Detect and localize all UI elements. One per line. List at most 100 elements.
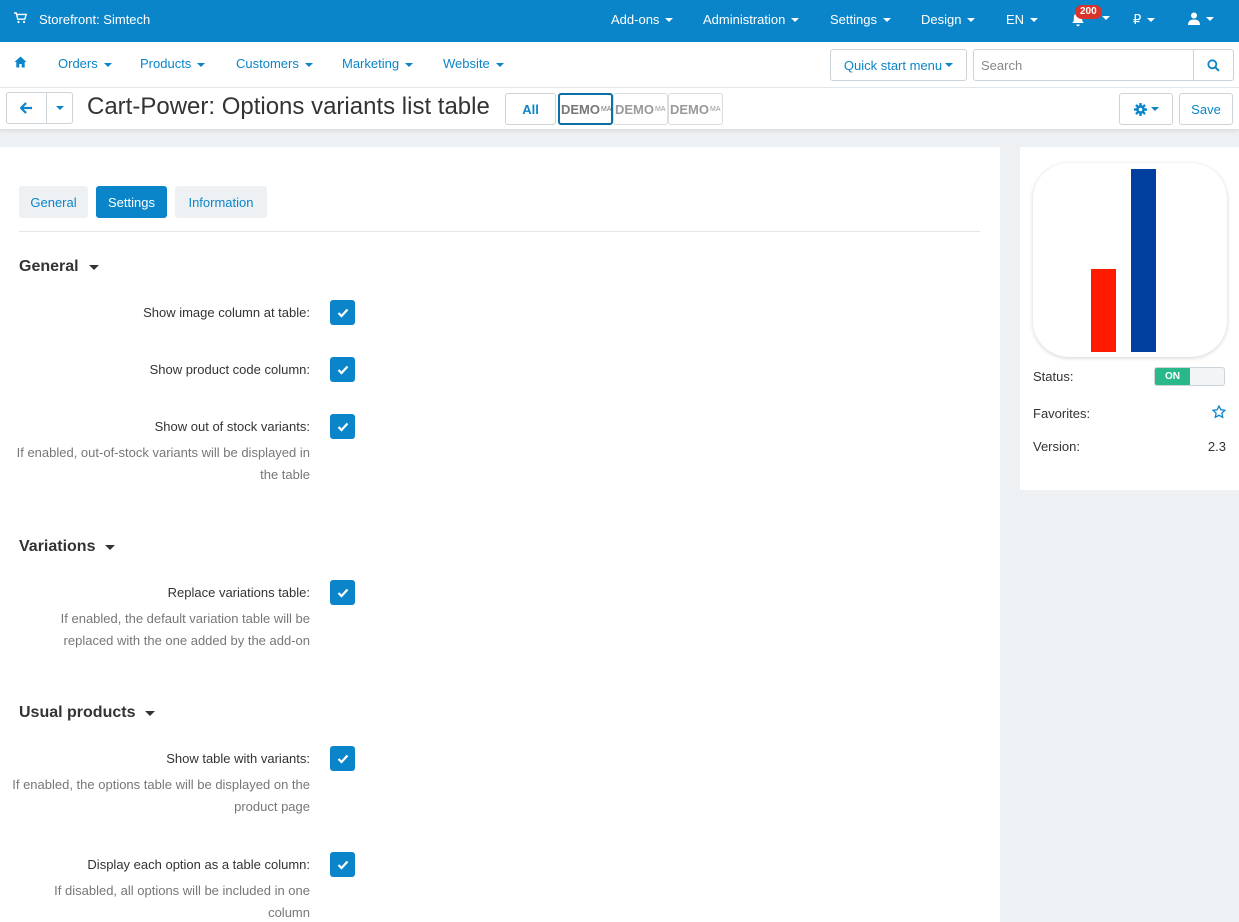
chevron-down-icon (304, 62, 313, 67)
settings-dropdown-button[interactable] (1119, 93, 1173, 125)
setting-hint: If disabled, all options will be include… (54, 883, 310, 920)
chevron-down-icon (967, 17, 976, 22)
chevron-down-icon (197, 62, 206, 67)
search-input[interactable] (974, 50, 1194, 80)
section-usual-products-title: Usual products (19, 704, 136, 721)
chevron-down-icon (665, 17, 674, 22)
chevron-down-icon (495, 62, 504, 67)
show-out-of-stock-checkbox[interactable] (330, 414, 355, 439)
favorite-star-button[interactable] (1211, 404, 1227, 422)
tab-general-label: General (30, 194, 77, 210)
nav-website[interactable]: Website (443, 56, 504, 71)
menu-design[interactable]: Design (921, 12, 976, 27)
save-button-label: Save (1191, 101, 1221, 117)
menu-user[interactable] (1188, 12, 1214, 25)
save-button[interactable]: Save (1179, 93, 1233, 125)
nav-orders[interactable]: Orders (58, 56, 112, 71)
demo-storefront-3[interactable]: DEMO MA (668, 93, 723, 125)
tab-settings-label: Settings (108, 194, 155, 210)
nav-marketing[interactable]: Marketing (342, 56, 414, 71)
demo-storefront-2[interactable]: DEMO MA (613, 93, 668, 125)
nav-products[interactable]: Products (140, 56, 206, 71)
storefront-link[interactable]: Storefront: Simtech (14, 12, 150, 27)
chevron-down-icon (103, 62, 112, 67)
title-bar: Cart-Power: Options variants list table … (0, 88, 1239, 130)
home-button[interactable] (14, 56, 27, 71)
tab-information-label: Information (188, 194, 254, 210)
option-as-column-checkbox[interactable] (330, 852, 355, 877)
nav-products-label: Products (140, 56, 192, 71)
demo-sup: MA (601, 105, 612, 113)
cart-icon (14, 12, 28, 27)
check-icon (337, 860, 348, 870)
setting-label: Display each option as a table column: (87, 857, 310, 872)
gear-icon (1133, 102, 1147, 116)
section-usual-products-toggle[interactable]: Usual products (19, 704, 156, 722)
demo-filter-all-label: All (522, 101, 539, 117)
menu-settings[interactable]: Settings (830, 12, 891, 27)
demo-sup: MA (710, 105, 721, 113)
demo-label: DEMO (670, 101, 709, 117)
show-product-code-checkbox[interactable] (330, 357, 355, 382)
chevron-down-icon (88, 264, 99, 270)
nav-customers[interactable]: Customers (236, 56, 313, 71)
section-general-title: General (19, 258, 79, 275)
menu-addons-label: Add-ons (611, 12, 660, 27)
menu-language[interactable]: EN (1006, 12, 1039, 27)
setting-hint: If enabled, out-of-stock variants will b… (16, 445, 310, 482)
check-icon (337, 422, 348, 432)
settings-panel: General Settings Information General Sho… (0, 147, 1000, 922)
check-icon (337, 588, 348, 598)
chevron-down-icon (791, 17, 800, 22)
setting-hint: If enabled, the default variation table … (60, 611, 310, 648)
chevron-down-icon (882, 17, 891, 22)
chevron-down-icon (945, 63, 954, 67)
demo-sup: MA (655, 105, 666, 113)
search-box (973, 49, 1234, 81)
quick-start-menu-button[interactable]: Quick start menu (830, 49, 967, 81)
nav-orders-label: Orders (58, 56, 98, 71)
replace-variations-checkbox[interactable] (330, 580, 355, 605)
check-icon (337, 754, 348, 764)
star-icon (1211, 404, 1227, 419)
nav-website-label: Website (443, 56, 490, 71)
page-title: Cart-Power: Options variants list table (87, 93, 490, 120)
tab-general[interactable]: General (19, 186, 88, 218)
setting-label: Show product code column: (149, 362, 310, 377)
menu-addons[interactable]: Add-ons (611, 12, 674, 27)
nav-marketing-label: Marketing (342, 56, 400, 71)
chevron-down-icon (1102, 16, 1110, 20)
home-icon (14, 56, 27, 68)
tab-information[interactable]: Information (175, 186, 267, 218)
addon-logo (1033, 163, 1227, 357)
main-nav: Orders Products Customers Marketing Webs… (0, 42, 1239, 88)
chevron-down-icon (1206, 16, 1214, 21)
menu-administration-label: Administration (703, 12, 786, 27)
section-general-toggle[interactable]: General (19, 258, 99, 276)
notifications-caret[interactable] (1096, 16, 1110, 20)
demo-storefront-1[interactable]: DEMO MA (558, 93, 613, 125)
show-table-with-variants-checkbox[interactable] (330, 746, 355, 771)
check-icon (337, 308, 348, 318)
menu-settings-label: Settings (830, 12, 877, 27)
menu-design-label: Design (921, 12, 962, 27)
section-variations-toggle[interactable]: Variations (19, 538, 116, 556)
demo-filter-all[interactable]: All (505, 93, 556, 125)
setting-label: Show out of stock variants: (154, 419, 310, 434)
back-button[interactable] (6, 92, 47, 124)
addon-info-panel: Status: Favorites: Version: 2.3 (1020, 147, 1239, 490)
tabs-divider (19, 231, 980, 232)
search-button[interactable] (1193, 50, 1233, 80)
status-toggle[interactable]: ON (1154, 367, 1225, 386)
storefront-label: Storefront: Simtech (39, 12, 151, 27)
menu-currency[interactable]: ₽ (1133, 12, 1156, 28)
tab-settings[interactable]: Settings (96, 186, 167, 218)
currency-label: ₽ (1133, 12, 1142, 27)
show-image-column-checkbox[interactable] (330, 300, 355, 325)
setting-label: Replace variations table: (167, 585, 310, 600)
version-label: Version: (1033, 439, 1080, 454)
menu-administration[interactable]: Administration (703, 12, 800, 27)
demo-label: DEMO (615, 101, 654, 117)
chevron-down-icon (1147, 18, 1156, 22)
back-dropdown-button[interactable] (46, 92, 73, 124)
